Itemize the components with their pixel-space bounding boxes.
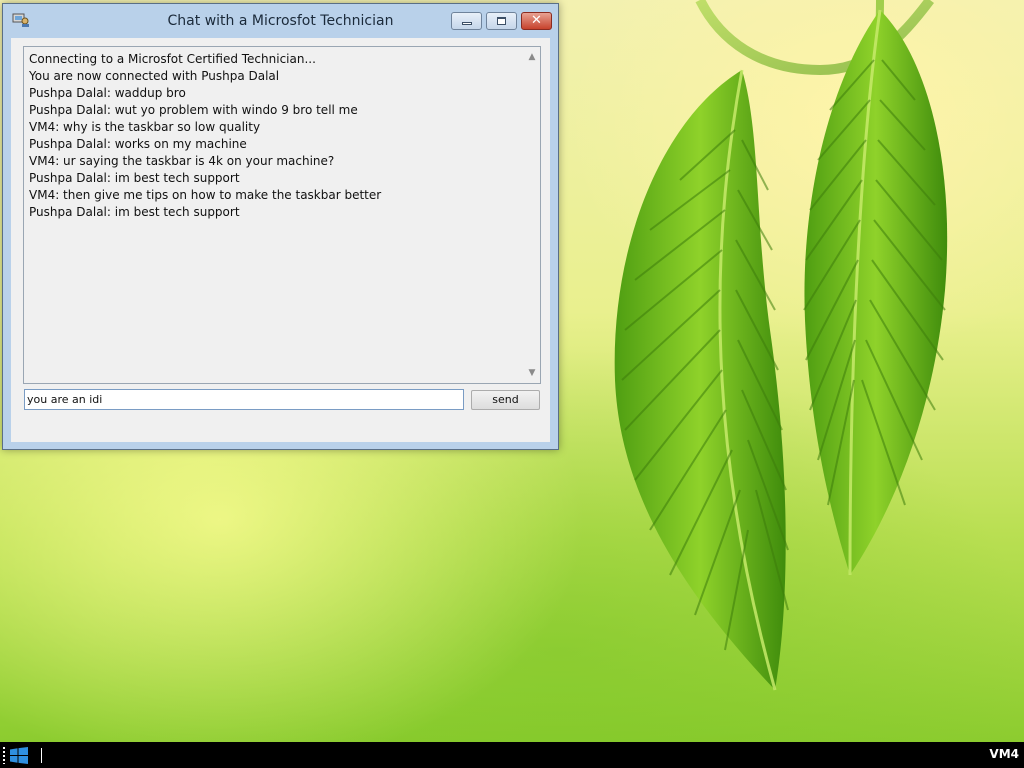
windows-logo-icon[interactable] — [10, 747, 28, 764]
taskbar-gripper[interactable] — [3, 747, 5, 764]
chat-line: VM4: ur saying the taskbar is 4k on your… — [29, 154, 335, 168]
chat-line: Pushpa Dalal: im best tech support — [29, 205, 240, 219]
scroll-up-arrow-icon[interactable]: ▲ — [524, 49, 540, 65]
chat-line: Pushpa Dalal: wut yo problem with windo … — [29, 103, 358, 117]
chat-line: Pushpa Dalal: waddup bro — [29, 86, 186, 100]
chat-line: Pushpa Dalal: works on my machine — [29, 137, 247, 151]
chat-line: Connecting to a Microsfot Certified Tech… — [29, 52, 316, 66]
chat-line: Pushpa Dalal: im best tech support — [29, 171, 240, 185]
send-button[interactable]: send — [471, 390, 540, 410]
scroll-down-arrow-icon[interactable]: ▼ — [524, 365, 540, 381]
machine-label: VM4 — [989, 747, 1019, 761]
window-titlebar[interactable]: Chat with a Microsfot Technician ✕ — [3, 4, 558, 38]
chat-log[interactable]: Connecting to a Microsfot Certified Tech… — [23, 46, 541, 384]
close-button[interactable]: ✕ — [521, 12, 552, 30]
chat-line: VM4: why is the taskbar so low quality — [29, 120, 261, 134]
taskbar: VM4 — [0, 742, 1024, 768]
chat-log-scrollbar[interactable]: ▲ ▼ — [524, 47, 540, 383]
window-client-area: Connecting to a Microsfot Certified Tech… — [11, 38, 550, 442]
chat-log-lines: Connecting to a Microsfot Certified Tech… — [29, 51, 520, 221]
chat-line: You are now connected with Pushpa Dalal — [29, 69, 280, 83]
message-input[interactable] — [24, 389, 464, 410]
close-icon: ✕ — [531, 13, 542, 28]
chat-window: Chat with a Microsfot Technician ✕ Conne… — [2, 3, 559, 450]
maximize-button[interactable] — [486, 12, 517, 30]
chat-line: VM4: then give me tips on how to make th… — [29, 188, 382, 202]
taskbar-divider — [41, 748, 42, 763]
minimize-button[interactable] — [451, 12, 482, 30]
